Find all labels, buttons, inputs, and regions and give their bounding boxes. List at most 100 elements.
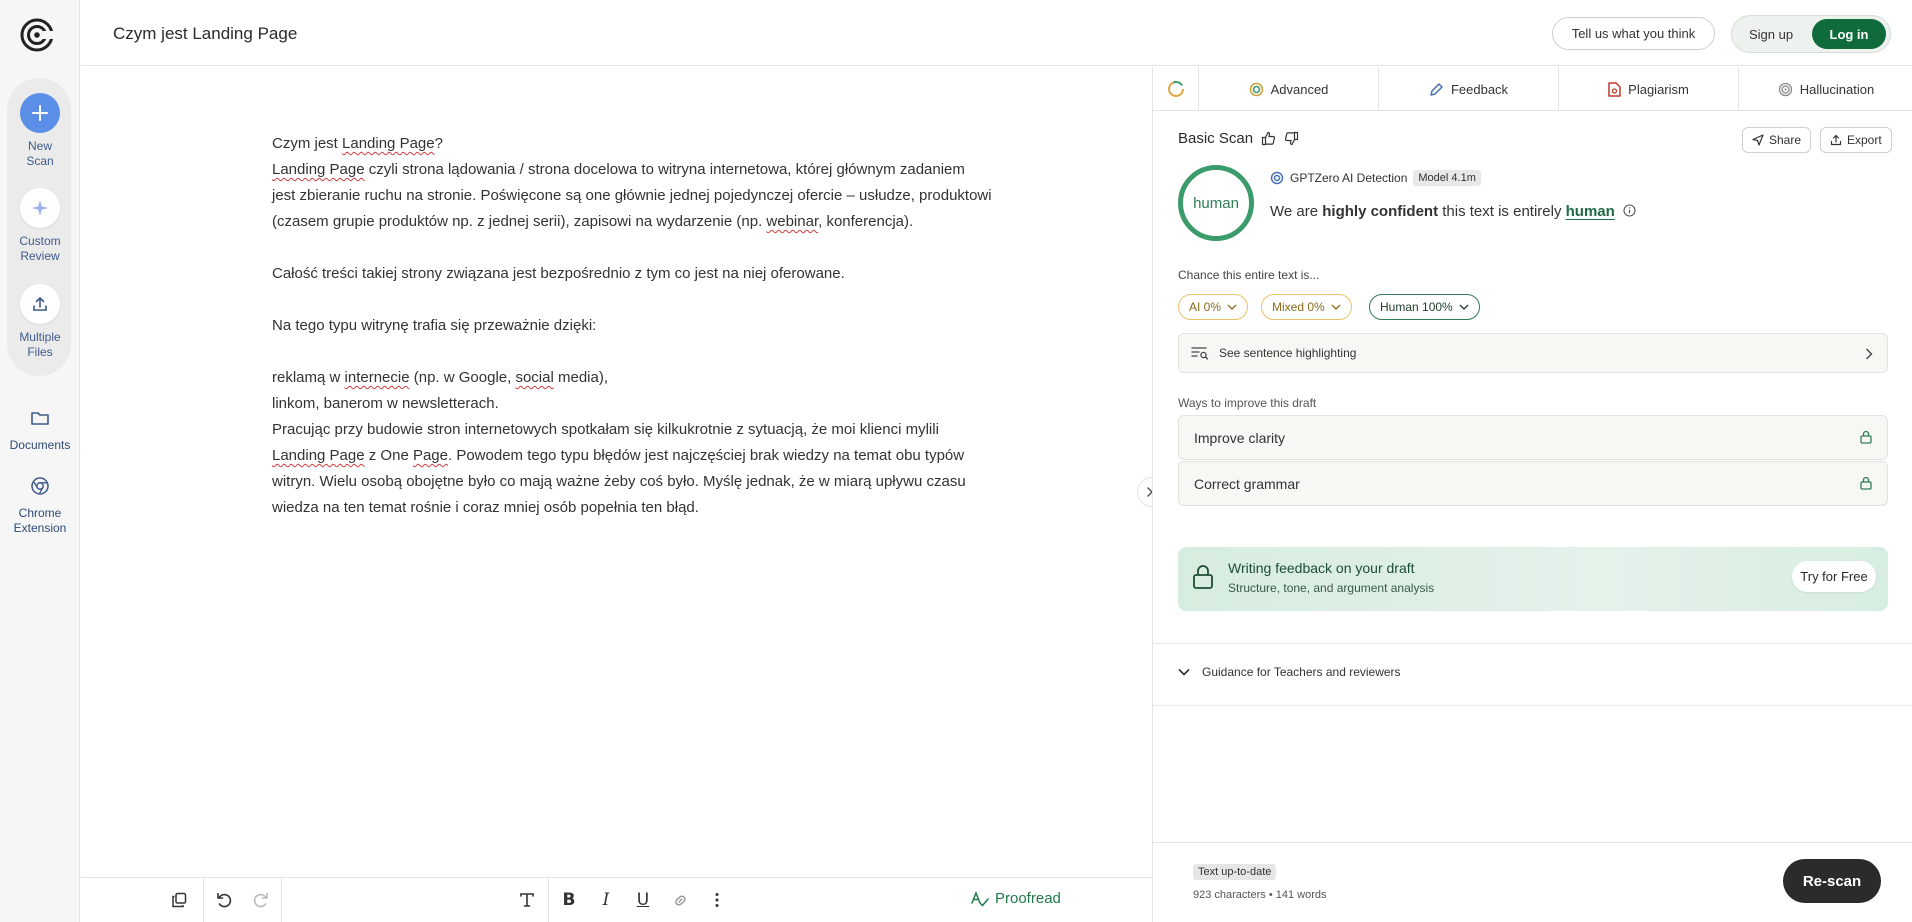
tab-hallucination[interactable]: Hallucination [1739, 67, 1912, 111]
ai-percentage-chip[interactable]: AI 0% [1178, 294, 1249, 320]
mixed-percentage-chip[interactable]: Mixed 0% [1261, 294, 1352, 320]
export-button[interactable]: Export [1820, 127, 1892, 153]
results-panel: Advanced Feedback Plagiarism Hallucinati… [1152, 67, 1912, 922]
paragraph: Na tego typu witrynę trafia się przeważn… [272, 317, 597, 334]
text-style-button[interactable] [514, 887, 540, 913]
re-scan-button[interactable]: Re-scan [1783, 859, 1881, 903]
detector-line: GPTZero AI Detection Model 4.1m [1270, 170, 1481, 186]
copy-button[interactable] [166, 887, 192, 913]
tab-advanced[interactable]: Advanced [1199, 67, 1379, 111]
plus-icon [20, 93, 60, 133]
bold-button[interactable]: B [556, 887, 582, 913]
verdict-text: We are highly confident this text is ent… [1270, 203, 1636, 220]
improve-clarity-button[interactable]: Improve clarity [1178, 415, 1888, 460]
new-scan-label: New Scan [26, 139, 54, 168]
sentence-highlighting-button[interactable]: See sentence highlighting [1178, 333, 1888, 373]
thumbs-up-icon[interactable] [1261, 131, 1276, 146]
link-icon [674, 894, 686, 906]
paragraph: Landing Page czyli strona lądowania / st… [272, 161, 992, 230]
chevron-down-icon [1227, 304, 1237, 310]
try-for-free-button[interactable]: Try for Free [1792, 561, 1876, 592]
panel-footer: Text up-to-date 923 characters • 141 wor… [1153, 842, 1912, 922]
chrome-icon [20, 472, 60, 500]
text-editor[interactable]: Czym jest Landing Page? Landing Page czy… [81, 67, 1152, 877]
tab-feedback[interactable]: Feedback [1379, 67, 1559, 111]
gptzero-logo-icon[interactable] [18, 16, 56, 54]
model-badge: Model 4.1m [1413, 170, 1481, 186]
folder-icon [20, 404, 60, 432]
more-options-button[interactable] [704, 887, 730, 913]
redo-button[interactable] [248, 887, 274, 913]
log-in-button[interactable]: Log in [1812, 19, 1886, 49]
writing-feedback-promo: Writing feedback on your draft Structure… [1178, 547, 1888, 611]
paragraph: Czym jest Landing Page? [272, 135, 443, 152]
tell-us-button[interactable]: Tell us what you think [1552, 17, 1715, 50]
promo-title: Writing feedback on your draft [1228, 560, 1415, 576]
paragraph: linkom, banerom w newsletterach. [272, 395, 499, 412]
multiple-files-label: Multiple Files [19, 330, 61, 359]
sign-up-button[interactable]: Sign up [1736, 19, 1806, 49]
promo-subtitle: Structure, tone, and argument analysis [1228, 581, 1435, 595]
plagiarism-doc-icon [1608, 81, 1621, 97]
gptzero-small-logo-icon [1270, 171, 1284, 185]
paragraph: Całość treści takiej strony związana jes… [272, 265, 845, 282]
paragraph: reklamą w internecie (np. w Google, soci… [272, 369, 609, 386]
list-search-icon [1191, 347, 1209, 360]
loading-ring-icon [1167, 81, 1184, 97]
guidance-accordion[interactable]: Guidance for Teachers and reviewers [1178, 665, 1401, 679]
documents-button[interactable]: Documents [0, 404, 80, 453]
more-vertical-icon [715, 893, 719, 907]
custom-review-label: Custom Review [19, 234, 61, 263]
ways-to-improve-label: Ways to improve this draft [1178, 396, 1317, 410]
sparkle-icon [20, 188, 60, 228]
scan-title: Basic Scan [1178, 130, 1254, 147]
undo-button[interactable] [211, 887, 237, 913]
export-icon [1830, 134, 1842, 146]
human-score-ring: human [1178, 165, 1254, 241]
fingerprint-icon [1778, 82, 1792, 96]
document-title[interactable]: Czym jest Landing Page [113, 24, 297, 44]
divider [1153, 643, 1912, 644]
chevron-down-icon [1178, 668, 1190, 676]
multiple-files-button[interactable]: Multiple Files [0, 284, 80, 360]
chrome-extension-button[interactable]: Chrome Extension [0, 472, 80, 536]
left-rail: New Scan Custom Review Multiple Files Do… [0, 0, 80, 922]
spellcheck-icon [971, 890, 989, 907]
paragraph: Pracując przy budowie stron internetowyc… [272, 421, 966, 516]
scan-header: Basic Scan [1178, 130, 1299, 147]
tab-plagiarism[interactable]: Plagiarism [1559, 67, 1739, 111]
top-header: Czym jest Landing Page Tell us what you … [81, 0, 1912, 66]
new-scan-button[interactable]: New Scan [0, 93, 80, 169]
detector-label: GPTZero AI Detection [1290, 171, 1408, 185]
chance-label: Chance this entire text is... [1178, 268, 1320, 282]
tab-basic-scan[interactable] [1153, 67, 1199, 111]
documents-label: Documents [9, 438, 71, 452]
send-icon [1752, 134, 1764, 146]
italic-button[interactable]: I [593, 887, 619, 913]
info-icon[interactable] [1623, 204, 1636, 217]
advanced-scan-icon [1249, 82, 1263, 96]
divider [1153, 705, 1912, 706]
proofread-label: Proofread [995, 890, 1061, 907]
pen-icon [1430, 82, 1443, 96]
thumbs-down-icon[interactable] [1284, 131, 1299, 146]
redo-icon [253, 892, 268, 908]
undo-icon [217, 892, 232, 908]
chevron-right-icon [1866, 348, 1873, 360]
custom-review-button[interactable]: Custom Review [0, 188, 80, 264]
lock-icon [1860, 430, 1872, 444]
copy-icon [172, 892, 187, 908]
auth-buttons: Sign up Log in [1731, 15, 1891, 53]
chevron-down-icon [1331, 304, 1341, 310]
correct-grammar-button[interactable]: Correct grammar [1178, 461, 1888, 506]
share-button[interactable]: Share [1742, 127, 1812, 153]
underline-button[interactable]: U [630, 887, 656, 913]
editor-toolbar: B I U Proofread [81, 877, 1152, 922]
lock-icon [1860, 476, 1872, 490]
link-button[interactable] [667, 887, 693, 913]
upload-icon [20, 284, 60, 324]
proofread-button[interactable]: Proofread [971, 890, 1061, 907]
character-word-count: 923 characters • 141 words [1193, 889, 1327, 901]
human-percentage-chip[interactable]: Human 100% [1369, 294, 1480, 320]
editor-content[interactable]: Czym jest Landing Page? Landing Page czy… [272, 131, 992, 521]
